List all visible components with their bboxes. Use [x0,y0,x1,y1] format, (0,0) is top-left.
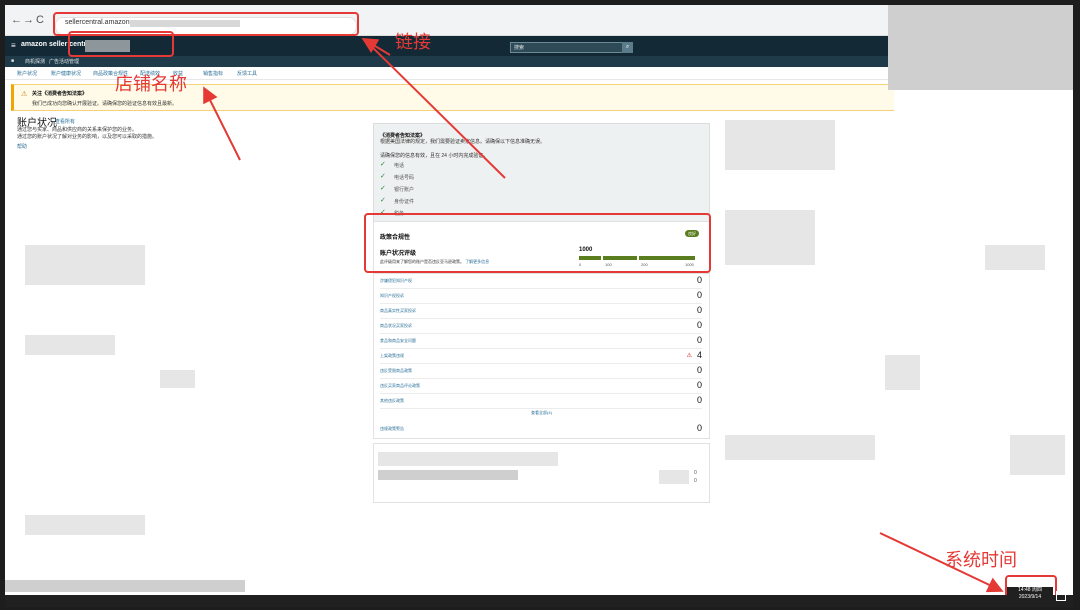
taskbar [5,595,1073,607]
system-clock[interactable]: 14:48 周四 2023/9/14 [1007,587,1053,601]
annotation-store-label: 店铺名称 [115,74,187,94]
clock-time: 14:48 周四 [1018,587,1042,593]
screenshot-frame: ← → C sellercentral.amazon.com — ▢ ✕ ≡ a… [0,0,1080,610]
notification-icon[interactable] [1056,591,1066,601]
annotation-link-label: 链接 [395,32,431,52]
clock-date: 2023/9/14 [1018,594,1042,600]
annotation-time-label: 系统时间 [945,550,1017,570]
